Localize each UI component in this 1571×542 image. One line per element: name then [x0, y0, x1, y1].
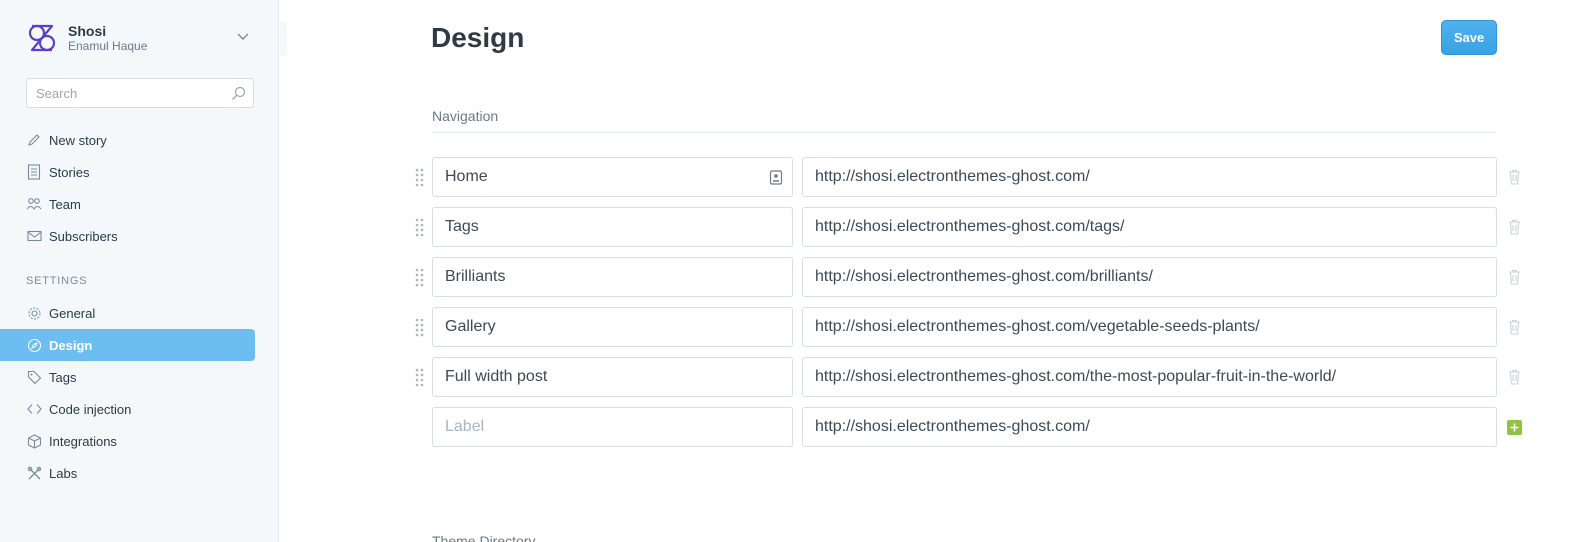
- nav-item-subscribers[interactable]: Subscribers: [0, 220, 255, 252]
- drag-handle-icon[interactable]: [414, 217, 426, 237]
- nav-item-general[interactable]: General: [0, 297, 255, 329]
- nav-url-value: http://shosi.electronthemes-ghost.com/ve…: [815, 318, 1260, 335]
- nav-row: Tags http://shosi.electronthemes-ghost.c…: [414, 207, 1524, 247]
- code-icon: [26, 401, 42, 417]
- drag-handle-icon[interactable]: [414, 317, 426, 337]
- sidebar: Shosi Enamul Haque New story: [0, 0, 279, 542]
- tag-icon: [26, 369, 42, 385]
- document-list-icon: [26, 164, 42, 180]
- nav-item-integrations[interactable]: Integrations: [0, 425, 255, 457]
- user-name: Enamul Haque: [68, 39, 148, 53]
- nav-url-value: http://shosi.electronthemes-ghost.com/ta…: [815, 218, 1125, 235]
- gear-icon: [26, 305, 42, 321]
- app: Shosi Enamul Haque New story: [0, 0, 1571, 542]
- nav-url-value: http://shosi.electronthemes-ghost.com/th…: [815, 368, 1337, 385]
- pencil-icon: [26, 132, 42, 148]
- nav-item-label: Tags: [49, 369, 77, 385]
- nav-url-value: http://shosi.electronthemes-ghost.com/br…: [815, 268, 1153, 285]
- nav-label-input[interactable]: Brilliants: [432, 257, 793, 297]
- nav-row: Gallery http://shosi.electronthemes-ghos…: [414, 307, 1524, 347]
- mail-icon: [26, 228, 42, 244]
- sidebar-resize-handle[interactable]: [280, 22, 287, 56]
- nav-item-tags[interactable]: Tags: [0, 361, 255, 393]
- nav-label-input[interactable]: Home: [432, 157, 793, 197]
- nav-label-input[interactable]: Gallery: [432, 307, 793, 347]
- nav-label-input[interactable]: Full width post: [432, 357, 793, 397]
- nav-item-label: Code injection: [49, 401, 132, 417]
- compass-icon: [26, 337, 42, 353]
- navigation-heading: Navigation: [432, 108, 499, 124]
- new-nav-row: Label http://shosi.electronthemes-ghost.…: [414, 407, 1524, 447]
- new-nav-url-value: http://shosi.electronthemes-ghost.com/: [815, 418, 1090, 435]
- nav-item-label: Labs: [49, 465, 78, 481]
- nav-item-label: General: [49, 305, 96, 321]
- page-title: Design: [431, 22, 525, 53]
- tools-icon: [26, 465, 42, 481]
- drag-handle-icon[interactable]: [414, 167, 426, 187]
- new-nav-url-input[interactable]: http://shosi.electronthemes-ghost.com/: [802, 407, 1497, 447]
- drag-handle-icon[interactable]: [414, 367, 426, 387]
- nav-item-new-story[interactable]: New story: [0, 124, 255, 156]
- search-input[interactable]: [36, 84, 226, 102]
- cube-icon: [26, 433, 42, 449]
- save-button[interactable]: Save: [1441, 20, 1497, 55]
- nav-item-stories[interactable]: Stories: [0, 156, 255, 188]
- plus-icon: [1510, 423, 1519, 432]
- nav-url-input[interactable]: http://shosi.electronthemes-ghost.com/ta…: [802, 207, 1497, 247]
- nav-url-input[interactable]: http://shosi.electronthemes-ghost.com/: [802, 157, 1497, 197]
- nav-item-label: Design: [49, 337, 93, 353]
- trash-icon[interactable]: [1508, 219, 1521, 235]
- nav-url-value: http://shosi.electronthemes-ghost.com/: [815, 168, 1090, 185]
- contact-card-icon: [769, 170, 783, 185]
- nav-url-input[interactable]: http://shosi.electronthemes-ghost.com/th…: [802, 357, 1497, 397]
- nav-label-value: Full width post: [445, 368, 548, 385]
- nav-item-labs[interactable]: Labs: [0, 457, 255, 489]
- brand-logo-icon: [28, 24, 56, 52]
- main-nav: New story Stories Team Subscribers: [0, 124, 255, 252]
- trash-icon[interactable]: [1508, 169, 1521, 185]
- site-name: Shosi: [68, 23, 107, 39]
- divider: [432, 132, 1497, 133]
- trash-icon[interactable]: [1508, 269, 1521, 285]
- nav-label-value: Brilliants: [445, 268, 506, 285]
- new-nav-label-input[interactable]: Label: [432, 407, 793, 447]
- nav-label-input[interactable]: Tags: [432, 207, 793, 247]
- nav-url-input[interactable]: http://shosi.electronthemes-ghost.com/ve…: [802, 307, 1497, 347]
- nav-row: Full width post http://shosi.electronthe…: [414, 357, 1524, 397]
- nav-item-code-injection[interactable]: Code injection: [0, 393, 255, 425]
- nav-item-label: Team: [49, 196, 81, 212]
- add-nav-item-button[interactable]: [1507, 420, 1522, 435]
- nav-label-value: Tags: [445, 218, 479, 235]
- nav-url-input[interactable]: http://shosi.electronthemes-ghost.com/br…: [802, 257, 1497, 297]
- settings-heading: SETTINGS: [26, 275, 88, 287]
- nav-row: Home http://shosi.electronthemes-ghost.c…: [414, 157, 1524, 197]
- search-icon[interactable]: [231, 86, 246, 101]
- nav-item-label: Integrations: [49, 433, 117, 449]
- nav-item-design[interactable]: Design: [0, 329, 255, 361]
- nav-item-label: Stories: [49, 164, 90, 180]
- nav-label-value: Home: [445, 168, 488, 185]
- theme-directory-heading: Theme Directory: [432, 533, 536, 542]
- search-box: [26, 78, 254, 108]
- nav-item-team[interactable]: Team: [0, 188, 255, 220]
- nav-label-value: Gallery: [445, 318, 496, 335]
- nav-item-label: New story: [49, 132, 107, 148]
- chevron-down-icon: [237, 33, 249, 40]
- trash-icon[interactable]: [1508, 319, 1521, 335]
- drag-handle-icon[interactable]: [414, 267, 426, 287]
- new-nav-label-placeholder: Label: [445, 418, 485, 435]
- site-switcher[interactable]: Shosi Enamul Haque: [26, 20, 256, 56]
- trash-icon[interactable]: [1508, 369, 1521, 385]
- settings-nav: General Design Tags Code injection Integ…: [0, 297, 255, 489]
- nav-item-label: Subscribers: [49, 228, 118, 244]
- team-icon: [26, 196, 42, 212]
- nav-row: Brilliants http://shosi.electronthemes-g…: [414, 257, 1524, 297]
